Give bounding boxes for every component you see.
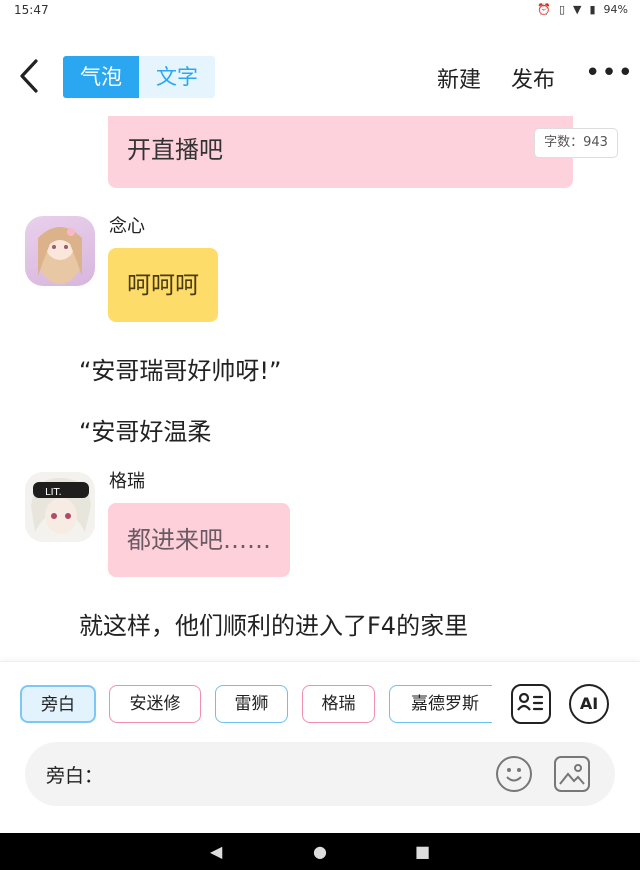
status-time: 15:47 — [14, 3, 49, 17]
narration-input[interactable]: 旁白： — [25, 742, 615, 806]
character-chip[interactable]: 嘉德罗斯 — [389, 685, 492, 723]
wifi-icon: ▼ — [573, 3, 582, 16]
message-text: 开直播吧 — [127, 136, 223, 164]
word-count: 字数：943 — [534, 128, 618, 158]
vibrate-icon: ▯ — [558, 3, 566, 16]
narration-text[interactable]: “安哥好温柔 — [79, 412, 211, 447]
narration-text[interactable]: “安哥瑞哥好帅呀!” — [79, 351, 282, 386]
status-icons: ⏰ ▯ ▼ ▮ 94% — [537, 3, 628, 16]
emoji-icon-svg — [506, 768, 522, 782]
tab-bubble[interactable]: 气泡 — [63, 56, 139, 98]
avatar[interactable] — [25, 216, 95, 286]
speaker-name: 格瑞 — [109, 471, 145, 492]
back-arrow-icon[interactable] — [18, 58, 48, 98]
character-chip[interactable]: 安迷修 — [109, 685, 201, 723]
character-chip[interactable]: 格瑞 — [302, 685, 375, 723]
input-speaker-label: 旁白： — [46, 765, 104, 787]
top-bar: 气泡 文字 新建 发布 ••• — [0, 40, 640, 116]
character-chip[interactable]: 旁白 — [20, 685, 96, 723]
tab-text[interactable]: 文字 — [139, 56, 215, 98]
message-text: 都进来吧…… — [127, 526, 271, 554]
avatar[interactable]: LIT. — [25, 472, 95, 542]
battery-icon: ▮ — [589, 3, 596, 16]
emoji-icon[interactable] — [496, 756, 532, 792]
speaker-name: 念心 — [109, 216, 145, 237]
more-options-icon[interactable]: ••• — [585, 58, 634, 88]
nav-home-icon[interactable]: ● — [313, 833, 327, 870]
character-chip[interactable]: 雷狮 — [215, 685, 288, 723]
nav-back-icon[interactable]: ◀ — [210, 833, 222, 870]
message-bubble[interactable]: 都进来吧…… — [108, 503, 290, 577]
ai-button[interactable]: AI — [569, 684, 609, 724]
narration-text[interactable]: 就这样，他们顺利的进入了F4的家里 — [79, 606, 468, 641]
system-nav-bar: ◀ ● ■ — [0, 833, 640, 870]
message-bubble[interactable]: 开直播吧 — [108, 116, 573, 188]
image-icon[interactable] — [554, 756, 590, 792]
character-selector[interactable]: 旁白 安迷修 雷狮 格瑞 嘉德罗斯 — [20, 685, 492, 725]
battery-percent: 94% — [603, 3, 628, 16]
svg-text:LIT.: LIT. — [45, 487, 62, 498]
message-text: 呵呵呵 — [127, 271, 199, 299]
back-arrow-icon-svg — [20, 59, 38, 93]
character-list-icon-svg — [517, 692, 544, 711]
character-list-icon[interactable] — [511, 684, 551, 724]
story-content[interactable]: 开直播吧 字数：943 念心 呵呵呵 “安哥瑞哥好帅呀!” “安哥好温柔 LIT… — [0, 116, 640, 661]
avatar-gerui-image: LIT. — [31, 477, 91, 534]
alarm-icon: ⏰ — [537, 3, 551, 16]
compose-panel: 旁白 安迷修 雷狮 格瑞 嘉德罗斯 AI 旁白： — [0, 661, 640, 833]
publish-button[interactable]: 发布 — [511, 62, 555, 94]
chat-story-editor: 15:47 ⏰ ▯ ▼ ▮ 94% 气泡 文字 新建 发布 ••• 开直播吧 字… — [0, 0, 640, 870]
new-button[interactable]: 新建 — [437, 62, 481, 94]
message-bubble[interactable]: 呵呵呵 — [108, 248, 218, 322]
image-icon-svg — [559, 764, 585, 785]
avatar-nianxin-image — [38, 227, 82, 284]
mode-segment: 气泡 文字 — [63, 56, 215, 98]
status-bar: 15:47 ⏰ ▯ ▼ ▮ 94% — [0, 0, 640, 22]
nav-recents-icon[interactable]: ■ — [415, 833, 430, 870]
